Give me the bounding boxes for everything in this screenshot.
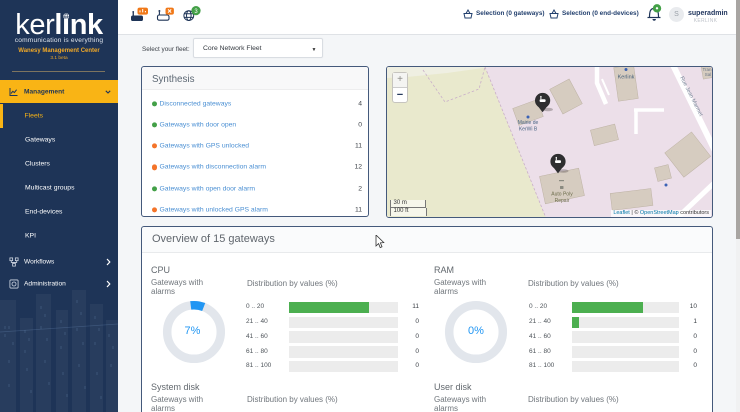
svg-text:Sal: Sal [705,72,712,77]
svg-text:Mairie de: Mairie de [518,120,539,126]
svg-text:KerWi B: KerWi B [519,127,538,133]
svg-text:Kerlink: Kerlink [618,75,635,81]
svg-text:Repair: Repair [555,198,570,204]
svg-text:Auto Poly: Auto Poly [551,192,573,198]
